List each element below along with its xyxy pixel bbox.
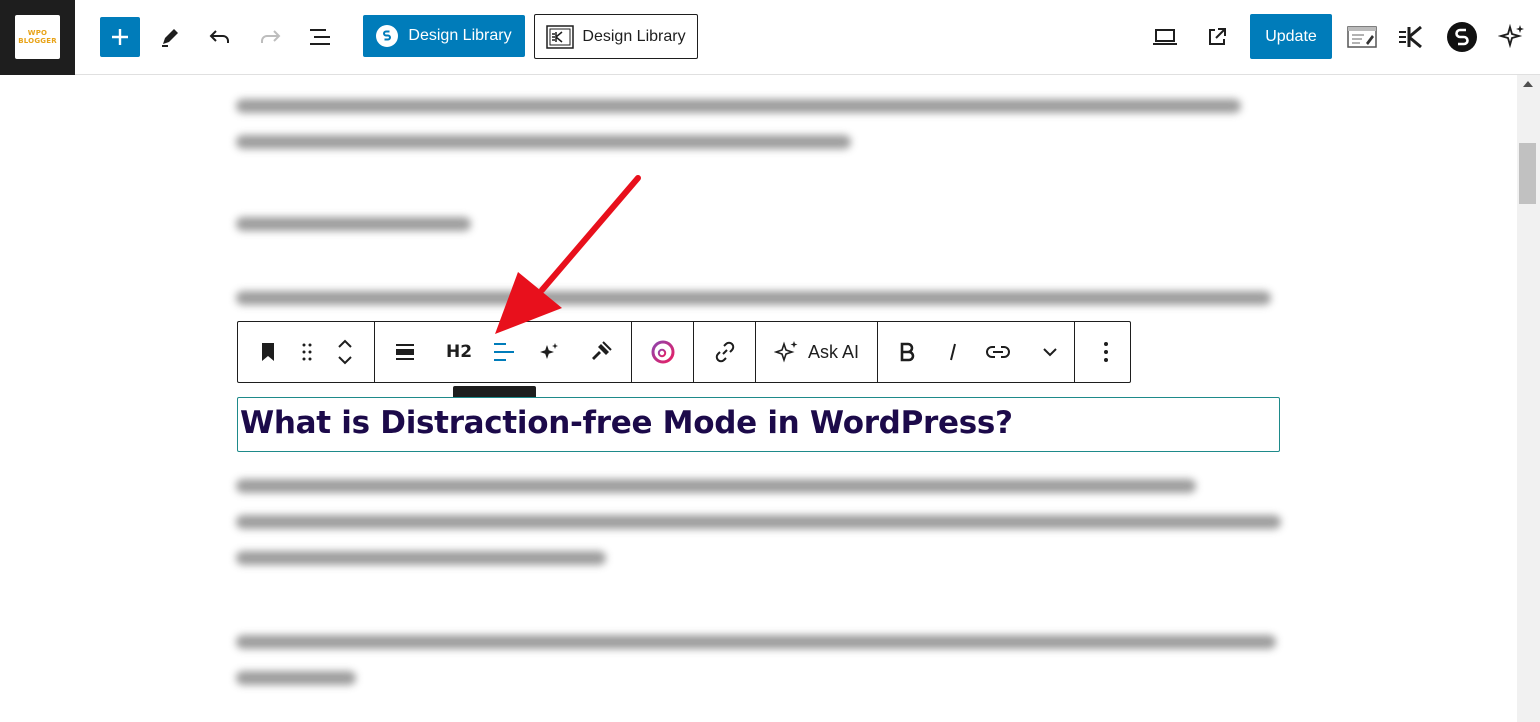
pencil-icon xyxy=(162,29,178,47)
spectra-icon xyxy=(1447,22,1477,52)
chain-link-icon xyxy=(986,346,1010,358)
bold-button[interactable] xyxy=(878,322,936,382)
chevron-down-icon xyxy=(1043,348,1057,357)
design-library-button[interactable]: Design Library xyxy=(363,15,525,57)
format-group xyxy=(878,322,1075,382)
editor-scrollbar[interactable] xyxy=(1517,75,1540,722)
update-button[interactable]: Update xyxy=(1250,14,1332,59)
heading-level-button[interactable]: H2 xyxy=(435,322,483,382)
undo-button[interactable] xyxy=(202,17,238,57)
scroll-up-arrow-icon[interactable] xyxy=(1523,81,1533,87)
options-group xyxy=(1075,322,1136,382)
bold-icon xyxy=(900,342,915,362)
ask-ai-label: Ask AI xyxy=(807,341,860,362)
block-align-button[interactable] xyxy=(375,322,435,382)
scrollbar-thumb[interactable] xyxy=(1519,143,1536,204)
kadence-design-library-button[interactable]: Design Library xyxy=(534,14,698,59)
move-down-icon[interactable] xyxy=(337,355,353,365)
heading-level-label: H2 xyxy=(445,342,473,362)
ai-writer-icon xyxy=(651,340,674,364)
block-toolbar: H2 Ask AI xyxy=(237,321,1131,383)
blurred-paragraph-2 xyxy=(236,217,486,253)
list-view-icon xyxy=(310,29,330,45)
selected-heading-block[interactable]: What is Distraction-free Mode in WordPre… xyxy=(237,397,1280,452)
preview-button[interactable] xyxy=(1147,17,1183,57)
plus-icon xyxy=(112,29,128,45)
spectra-button[interactable] xyxy=(1444,17,1480,57)
move-buttons xyxy=(316,322,374,382)
site-logo[interactable]: WPO BLOGGER xyxy=(0,0,75,75)
link-icon xyxy=(715,341,734,363)
sparkles-icon xyxy=(540,343,558,359)
drag-handle-icon xyxy=(302,343,312,361)
site-logo-tile: WPO BLOGGER xyxy=(15,15,60,59)
wide-align-icon xyxy=(396,344,414,360)
stackable-logo-icon xyxy=(376,25,399,47)
logo-line2: BLOGGER xyxy=(18,37,57,45)
undo-icon xyxy=(209,30,229,43)
kadence-library-icon xyxy=(546,24,575,49)
redo-icon xyxy=(261,30,281,43)
blurred-paragraph-5 xyxy=(236,635,1286,707)
link-group xyxy=(694,322,756,382)
insert-link-button[interactable] xyxy=(694,322,755,382)
blurred-paragraph-4 xyxy=(236,479,1286,587)
editor-view-button[interactable] xyxy=(1344,17,1380,57)
drag-handle[interactable] xyxy=(298,322,316,382)
italic-icon xyxy=(950,343,956,361)
ai-stars-icon xyxy=(773,341,798,363)
external-preview-icon xyxy=(1209,28,1226,45)
blurred-paragraph-1 xyxy=(236,99,1246,171)
desktop-preview-icon xyxy=(1153,29,1177,45)
add-block-button[interactable] xyxy=(100,17,140,57)
editor-top-bar: WPO BLOGGER Design Library Design Librar… xyxy=(0,0,1540,75)
block-type-button[interactable] xyxy=(238,322,298,382)
kadence-icon xyxy=(1399,25,1422,49)
design-library2-label: Design Library xyxy=(582,27,686,45)
ask-ai-group: Ask AI xyxy=(756,322,878,382)
bookmark-icon xyxy=(262,343,274,361)
tools-button[interactable] xyxy=(152,17,188,57)
design-library-label: Design Library xyxy=(408,27,512,44)
more-formats-button[interactable] xyxy=(1026,322,1074,382)
more-vertical-icon xyxy=(1103,342,1108,362)
ai-sparkle-icon xyxy=(1498,23,1524,49)
logo-line1: WPO xyxy=(27,29,48,37)
ask-ai-button[interactable]: Ask AI xyxy=(756,322,877,382)
block-mover-group xyxy=(238,322,375,382)
annotation-arrow-icon xyxy=(495,175,641,334)
move-up-icon[interactable] xyxy=(337,339,353,349)
document-overview-button[interactable] xyxy=(302,17,338,57)
block-options-button[interactable] xyxy=(1075,322,1136,382)
kadence-button[interactable] xyxy=(1394,17,1430,57)
heading-text[interactable]: What is Distraction-free Mode in WordPre… xyxy=(240,405,1013,441)
align-left-icon xyxy=(494,343,514,361)
italic-button[interactable] xyxy=(936,322,970,382)
update-label: Update xyxy=(1265,27,1317,45)
redo-button[interactable] xyxy=(252,17,288,57)
editor-view-icon xyxy=(1347,26,1377,48)
view-post-button[interactable] xyxy=(1199,17,1235,57)
ai-assistant-button[interactable] xyxy=(1494,17,1530,57)
hammer-icon xyxy=(592,341,612,360)
link-format-button[interactable] xyxy=(970,322,1026,382)
